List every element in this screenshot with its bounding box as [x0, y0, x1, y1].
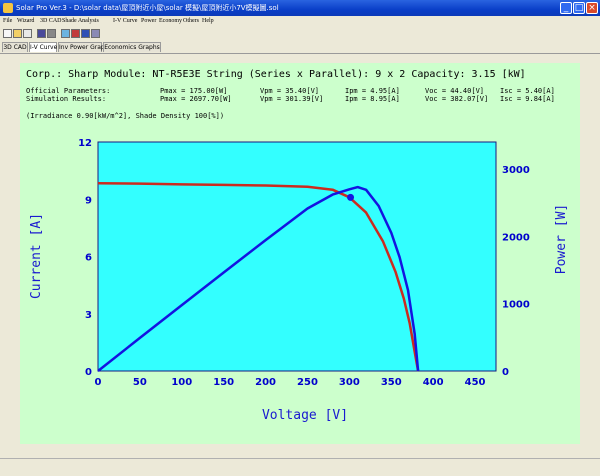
y2-tick-label: 0	[502, 367, 509, 378]
status-bar	[0, 458, 600, 476]
y-tick-label: 6	[85, 253, 92, 264]
close-button[interactable]: ×	[586, 2, 598, 14]
y-tick-label: 9	[85, 195, 92, 206]
x-axis-label: Voltage [V]	[262, 408, 348, 423]
open-icon[interactable]	[13, 29, 22, 38]
tab-inv-power-graph[interactable]: Inv Power Graph	[58, 42, 108, 52]
menu-shade-analysis[interactable]: Shade Analysis	[62, 17, 99, 26]
y-tick-label: 0	[85, 367, 92, 378]
minimize-button[interactable]: _	[560, 2, 572, 14]
menu-bar: File Wizard 3D CAD Shade Analysis I-V Cu…	[0, 16, 600, 27]
y-axis-label: Current [A]	[29, 213, 44, 299]
y-tick-label: 3	[85, 310, 92, 321]
menu-help[interactable]: Help	[202, 17, 214, 26]
menu-iv-curve[interactable]: I-V Curve	[113, 17, 137, 26]
x-tick-label: 450	[465, 377, 486, 388]
save-icon[interactable]	[37, 29, 46, 38]
x-tick-label: 150	[213, 377, 234, 388]
maximize-button[interactable]: □	[573, 2, 585, 14]
y2-tick-label: 2000	[502, 232, 530, 243]
y2-tick-label: 1000	[502, 300, 530, 311]
x-tick-label: 100	[171, 377, 192, 388]
tab-economics-graphs[interactable]: Economics Graphs	[103, 42, 161, 52]
title-bar[interactable]: Solar Pro Ver.3 - D:\solar data\屋頂附近小屋\s…	[0, 0, 600, 16]
application-window: Solar Pro Ver.3 - D:\solar data\屋頂附近小屋\s…	[0, 0, 600, 476]
tab-iv-curve[interactable]: I-V Curve	[29, 42, 57, 52]
close-icon[interactable]	[23, 29, 32, 38]
toolbar	[0, 27, 600, 41]
menu-others[interactable]: Others	[183, 17, 199, 26]
view-icon[interactable]	[61, 29, 70, 38]
x-tick-label: 0	[95, 377, 102, 388]
menu-wizard[interactable]: Wizard	[17, 17, 34, 26]
x-tick-label: 250	[297, 377, 318, 388]
x-tick-label: 50	[133, 377, 147, 388]
x-tick-label: 300	[339, 377, 360, 388]
max-power-point-marker	[347, 193, 355, 201]
menu-power[interactable]: Power	[141, 17, 156, 26]
new-icon[interactable]	[3, 29, 12, 38]
color-icon[interactable]	[81, 29, 90, 38]
plot-area	[97, 141, 497, 372]
iv-curve-panel: Corp.: Sharp Module: NT-R5E3E String (Se…	[20, 63, 580, 444]
data-icon[interactable]	[91, 29, 100, 38]
menu-file[interactable]: File	[3, 17, 12, 26]
y-tick-label: 12	[78, 138, 92, 149]
menu-3d-cad[interactable]: 3D CAD	[40, 17, 62, 26]
iv-chart: 0 50 100 150 200 250 300 350 400 450 0 3 6 9 12 0 1000…	[29, 138, 569, 423]
menu-economy[interactable]: Economy	[159, 17, 182, 26]
x-tick-label: 400	[423, 377, 444, 388]
tab-strip: 3D CAD I-V Curve Inv Power Graph Economi…	[0, 41, 600, 54]
x-tick-label: 200	[255, 377, 276, 388]
app-icon	[3, 3, 13, 13]
print-icon[interactable]	[47, 29, 56, 38]
tab-3d-cad[interactable]: 3D CAD	[2, 42, 28, 52]
y2-tick-label: 3000	[502, 165, 530, 176]
y2-axis-label: Power [W]	[554, 204, 569, 274]
x-tick-label: 350	[381, 377, 402, 388]
chart-icon[interactable]	[71, 29, 80, 38]
window-title: Solar Pro Ver.3 - D:\solar data\屋頂附近小屋\s…	[16, 4, 279, 12]
